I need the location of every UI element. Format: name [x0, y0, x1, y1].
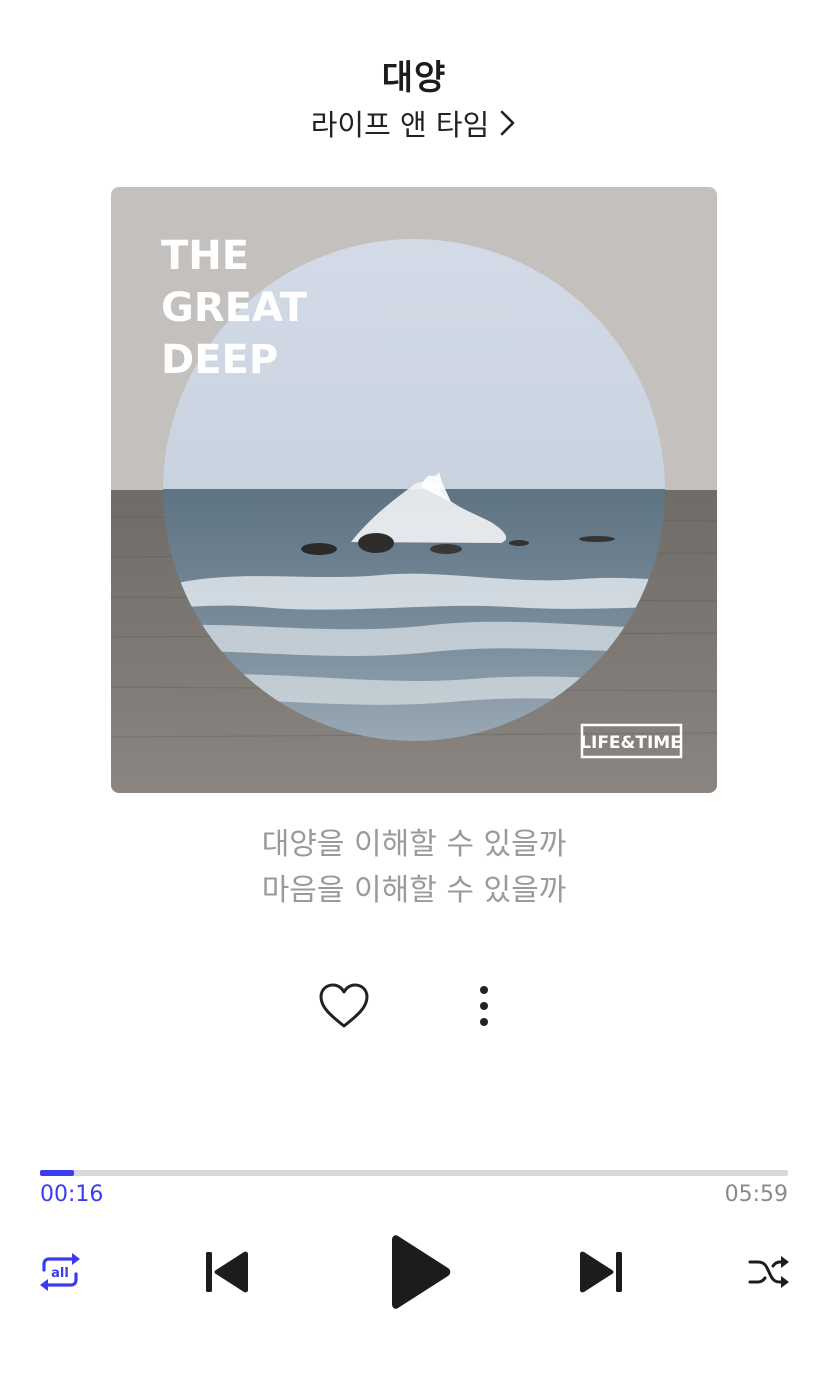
previous-button[interactable] — [202, 1248, 252, 1296]
progress-fill — [40, 1170, 74, 1176]
cover-title-line-3: DEEP — [161, 337, 278, 383]
shuffle-button[interactable] — [746, 1252, 792, 1292]
lyrics-preview[interactable]: 대양을 이해할 수 있을까 마음을 이해할 수 있을까 — [0, 822, 828, 914]
song-title: 대양 — [381, 58, 447, 98]
play-button[interactable] — [384, 1232, 454, 1312]
cover-logo: LIFE&TIME — [580, 733, 682, 753]
shuffle-icon — [748, 1256, 789, 1288]
like-button[interactable] — [314, 978, 374, 1034]
progress-bar[interactable] — [40, 1170, 788, 1176]
more-options-button[interactable] — [454, 978, 514, 1034]
repeat-all-icon: all — [40, 1253, 80, 1291]
vertical-dots-icon — [480, 986, 488, 1026]
lyric-line-2: 마음을 이해할 수 있을까 — [261, 873, 567, 908]
repeat-button[interactable]: all — [36, 1250, 84, 1294]
play-icon — [392, 1235, 451, 1309]
skip-previous-icon — [206, 1251, 248, 1293]
lyric-line-1: 대양을 이해할 수 있을까 — [261, 827, 567, 862]
skip-next-icon — [580, 1251, 622, 1293]
next-button[interactable] — [576, 1248, 626, 1296]
album-cover: THE GREAT DEEP LIFE&TIME — [111, 187, 717, 793]
artist-link[interactable]: 라이프 앤 타임 — [0, 102, 828, 144]
artist-name: 라이프 앤 타임 — [310, 108, 490, 142]
chevron-right-icon — [500, 110, 515, 136]
cover-title-line-2: GREAT — [161, 285, 308, 331]
repeat-mode-label: all — [51, 1266, 69, 1281]
total-time: 05:59 — [724, 1182, 788, 1207]
heart-outline-icon — [319, 983, 369, 1028]
cover-title-line-1: THE — [161, 233, 249, 279]
elapsed-time: 00:16 — [40, 1182, 104, 1207]
album-art-image: THE GREAT DEEP LIFE&TIME — [111, 187, 717, 793]
